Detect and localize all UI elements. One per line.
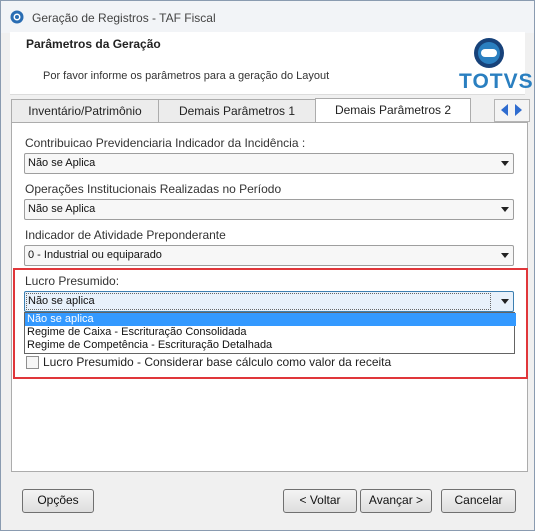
totvs-logo: TOTVS [459, 37, 534, 93]
cancel-button[interactable]: Cancelar [441, 489, 516, 513]
focus-ring [26, 293, 491, 310]
window-title: Geração de Registros - TAF Fiscal [32, 11, 216, 25]
tab-demais-parametros-1[interactable]: Demais Parâmetros 1 [158, 99, 316, 122]
atividade-label: Indicador de Atividade Preponderante [25, 228, 226, 242]
logo-text: TOTVS [459, 70, 534, 93]
tab-scroll-buttons [494, 99, 530, 122]
lucro-dropdown-list: Não se aplica Regime de Caixa - Escritur… [24, 312, 516, 354]
chevron-down-icon [501, 207, 509, 212]
options-button[interactable]: Opções [22, 489, 94, 513]
page-subtitle: Por favor informe os parâmetros para a g… [43, 70, 330, 82]
operacoes-value: Não se Aplica [28, 203, 96, 215]
atividade-select[interactable]: 0 - Industrial ou equiparado [24, 245, 514, 266]
chevron-down-icon [501, 253, 509, 258]
dropdown-option[interactable]: Regime de Competência - Escrituração Det… [25, 339, 516, 352]
page-title: Parâmetros da Geração [26, 37, 161, 51]
lucro-value: Não se aplica [28, 295, 95, 307]
operacoes-label: Operações Institucionais Realizadas no P… [25, 182, 282, 196]
operacoes-select[interactable]: Não se Aplica [24, 199, 514, 220]
tab-strip: Inventário/Patrimônio Demais Parâmetros … [11, 98, 530, 123]
lucro-label: Lucro Presumido: [25, 274, 120, 288]
lucro-base-calculo-label: Lucro Presumido - Considerar base cálcul… [43, 355, 392, 369]
lucro-select[interactable]: Não se aplica [24, 291, 514, 312]
tab-demais-parametros-2[interactable]: Demais Parâmetros 2 [315, 98, 471, 123]
totvs-logo-icon [474, 38, 504, 68]
next-button[interactable]: Avançar > [360, 489, 432, 513]
atividade-value: 0 - Industrial ou equiparado [28, 249, 162, 261]
app-icon [10, 10, 24, 24]
back-button[interactable]: < Voltar [283, 489, 357, 513]
chevron-down-icon [501, 299, 509, 304]
dropdown-option[interactable]: Não se aplica [25, 313, 516, 326]
wizard-window: Geração de Registros - TAF Fiscal Parâme… [0, 0, 535, 531]
tab-inventario[interactable]: Inventário/Patrimônio [11, 99, 159, 122]
scroll-right-icon[interactable] [515, 104, 522, 116]
contribuicao-label: Contribuicao Previdenciaria Indicador da… [25, 136, 306, 150]
scroll-left-icon[interactable] [501, 104, 508, 116]
contribuicao-select[interactable]: Não se Aplica [24, 153, 514, 174]
title-bar: Geração de Registros - TAF Fiscal [1, 1, 534, 33]
chevron-down-icon [501, 161, 509, 166]
contribuicao-value: Não se Aplica [28, 157, 96, 169]
lucro-base-calculo-checkbox[interactable] [26, 356, 39, 369]
dropdown-option[interactable]: Regime de Caixa - Escrituração Consolida… [25, 326, 516, 339]
header-panel: Parâmetros da Geração Por favor informe … [10, 32, 534, 95]
